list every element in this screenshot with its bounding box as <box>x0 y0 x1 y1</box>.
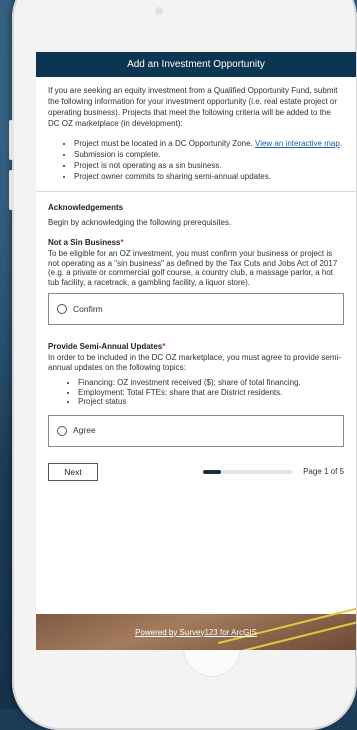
page-progress-fill <box>203 469 222 474</box>
volume-up-button <box>9 120 14 160</box>
intro-text: If you are seeking an equity investment … <box>48 86 338 128</box>
camera-icon <box>155 7 163 15</box>
volume-down-button <box>9 170 14 210</box>
page-indicator: Page 1 of 5 <box>303 467 344 476</box>
acknowledgements-text: Begin by acknowledging the following pre… <box>48 218 232 227</box>
question-sin-business-title: Not a Sin Business* <box>48 238 124 247</box>
criteria-item: Project is not operating as a sin busine… <box>74 160 344 171</box>
criteria-item: Project must be located in a DC Opportun… <box>74 138 344 149</box>
interactive-map-link[interactable]: View an interactive map <box>255 139 340 148</box>
survey-header: Add an Investment Opportunity <box>36 52 356 77</box>
next-button[interactable]: Next <box>48 462 98 481</box>
updates-topic-list: Financing: OZ investment received ($); s… <box>48 378 344 407</box>
confirm-label: Confirm <box>73 303 103 314</box>
section-divider <box>36 191 356 192</box>
question-updates-description: In order to be included in the DC OZ mar… <box>48 353 342 372</box>
survey-content: If you are seeking an equity investment … <box>36 77 356 481</box>
agree-choice[interactable]: Agree <box>48 414 344 447</box>
criteria-list: Project must be located in a DC Opportun… <box>48 138 344 182</box>
agree-label: Agree <box>73 425 96 435</box>
survey-screen: Add an Investment Opportunity If you are… <box>36 52 356 650</box>
topic-item: Employment: Total FTEs; share that are D… <box>78 388 344 398</box>
powered-by-banner: Powered by Survey123 for ArcGIS <box>36 605 356 650</box>
criteria-item: Project owner commits to sharing semi-an… <box>74 171 344 182</box>
required-mark: * <box>120 238 124 247</box>
question-updates-title: Provide Semi-Annual Updates* <box>48 342 166 351</box>
agree-radio[interactable] <box>57 425 67 436</box>
survey-title: Add an Investment Opportunity <box>127 59 265 70</box>
required-mark: * <box>162 342 166 351</box>
survey-footer: Next Page 1 of 5 <box>48 462 344 481</box>
page-progress-bar <box>203 469 294 474</box>
criteria-item: Submission is complete. <box>74 149 344 160</box>
powered-by-link[interactable]: Powered by Survey123 for ArcGIS <box>135 628 257 637</box>
confirm-choice[interactable]: Confirm <box>48 293 344 325</box>
question-sin-business-description: To be eligible for an OZ investment, you… <box>48 249 338 287</box>
acknowledgements-title: Acknowledgements <box>48 203 124 212</box>
confirm-radio[interactable] <box>57 304 67 314</box>
topic-item: Financing: OZ investment received ($); s… <box>78 378 344 388</box>
topic-item: Project status <box>78 397 344 407</box>
